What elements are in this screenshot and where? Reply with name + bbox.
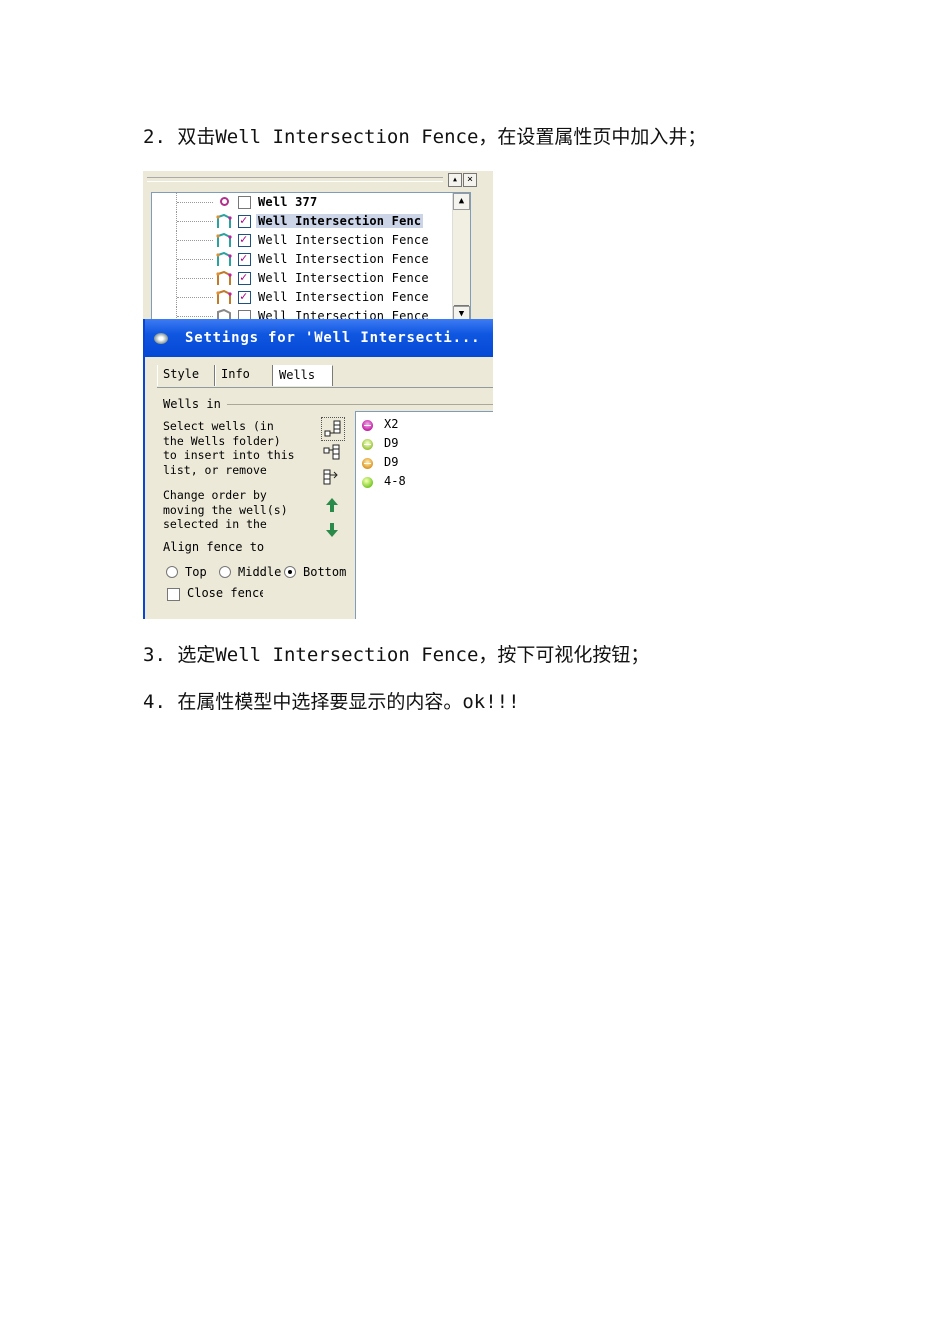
fence-icon [216, 233, 232, 247]
scroll-thumb[interactable] [454, 305, 469, 306]
step-2-text: 2. 双击Well Intersection Fence，在设置属性页中加入井； [143, 126, 707, 148]
tree-label: Well Intersection Fenc [256, 214, 424, 228]
tree-row[interactable]: Well Intersection Fence [152, 269, 452, 288]
tree-scrollbar[interactable]: ▲ ▼ [452, 193, 470, 323]
well-dot-icon [362, 439, 373, 450]
restore-icon[interactable]: ▴ [448, 173, 462, 187]
dialog-titlebar[interactable]: Settings for 'Well Intersecti... [145, 319, 493, 357]
settings-screenshot: ▴ × Well 377 Well Intersection Fenc Well… [143, 171, 493, 619]
list-item[interactable]: X2 [362, 416, 492, 434]
tree-row[interactable]: Well Intersection Fence [152, 250, 452, 269]
panel-divider [147, 177, 443, 182]
close-fence-label: Close fence [187, 586, 263, 600]
section-title: Wells in [163, 397, 221, 411]
tree-connector [176, 231, 213, 250]
tree-checkbox[interactable] [238, 232, 251, 247]
insert-well-button[interactable] [321, 417, 345, 441]
align-bottom-label: Bottom [303, 565, 347, 579]
align-title: Align fence to [163, 540, 265, 554]
dialog-app-icon [154, 333, 168, 344]
move-down-button[interactable] [321, 519, 343, 541]
insert-help-text: Select wells (in the Wells folder) to in… [163, 419, 295, 477]
move-up-button[interactable] [321, 494, 343, 516]
align-middle-label: Middle [238, 565, 282, 579]
align-middle-radio[interactable] [219, 566, 231, 578]
fence-icon [216, 290, 232, 304]
well-name: 4-8 [384, 474, 406, 488]
tree-row[interactable]: Well Intersection Fence [152, 288, 452, 307]
tree-label: Well 377 [258, 195, 318, 209]
well-dot-icon [362, 458, 373, 469]
align-top-label: Top [185, 565, 207, 579]
list-item[interactable]: 4-8 [362, 473, 492, 491]
tab-wells[interactable]: Wells [273, 365, 333, 386]
tree-checkbox[interactable] [238, 270, 251, 285]
close-fence-checkbox[interactable] [167, 588, 180, 601]
align-top-radio[interactable] [166, 566, 178, 578]
well-circle-icon [220, 197, 229, 206]
tree-checkbox[interactable] [238, 196, 251, 209]
tree-connector [176, 212, 213, 231]
fence-icon [216, 271, 232, 285]
tree-connector [176, 288, 213, 307]
well-name: D9 [384, 436, 399, 450]
dialog-title: Settings for 'Well Intersecti... [185, 330, 481, 346]
tree-label: Well Intersection Fence [258, 290, 429, 304]
arrow-down-icon [326, 523, 338, 537]
tab-style[interactable]: Style [157, 365, 215, 386]
close-icon[interactable]: × [463, 173, 477, 187]
tree-label: Well Intersection Fence [258, 271, 429, 285]
list-item[interactable]: D9 [362, 435, 492, 453]
align-bottom-radio[interactable] [284, 566, 296, 578]
list-item[interactable]: D9 [362, 454, 492, 472]
well-dot-icon [362, 477, 373, 488]
tab-info[interactable]: Info [215, 365, 273, 386]
tree-connector [176, 193, 213, 212]
insert-well-icon [324, 420, 341, 437]
tree-checkbox[interactable] [238, 251, 251, 266]
step-3-text: 3. 选定Well Intersection Fence，按下可视化按钮； [143, 644, 650, 666]
fence-icon [216, 252, 232, 266]
append-well-icon [323, 469, 338, 485]
tree-connector [176, 250, 213, 269]
well-name: D9 [384, 455, 399, 469]
tree-row[interactable]: Well 377 [152, 193, 452, 212]
well-dot-icon [362, 420, 373, 431]
fence-icon [216, 214, 232, 228]
tree-row[interactable]: Well Intersection Fence [152, 231, 452, 250]
append-well-button[interactable] [321, 467, 343, 489]
tree-row[interactable]: Well Intersection Fenc [152, 212, 452, 231]
settings-dialog: Settings for 'Well Intersecti... Style I… [143, 319, 493, 619]
scroll-up-icon[interactable]: ▲ [453, 193, 470, 210]
order-help-text: Change order by moving the well(s) selec… [163, 488, 288, 534]
well-name: X2 [384, 417, 399, 431]
remove-well-button[interactable] [321, 442, 343, 464]
tree-label: Well Intersection Fence [258, 252, 429, 266]
section-rule [227, 404, 493, 405]
well-tree: Well 377 Well Intersection Fenc Well Int… [151, 192, 471, 324]
tree-label: Well Intersection Fence [258, 233, 429, 247]
arrow-up-icon [326, 498, 338, 512]
tree-checkbox[interactable] [238, 213, 251, 228]
tree-checkbox[interactable] [238, 289, 251, 304]
remove-well-icon [323, 444, 340, 460]
tree-connector [176, 269, 213, 288]
wells-list[interactable]: X2 D9 D9 4-8 [355, 411, 493, 619]
tab-divider [157, 387, 493, 388]
step-4-text: 4. 在属性模型中选择要显示的内容。ok!!! [143, 691, 520, 713]
